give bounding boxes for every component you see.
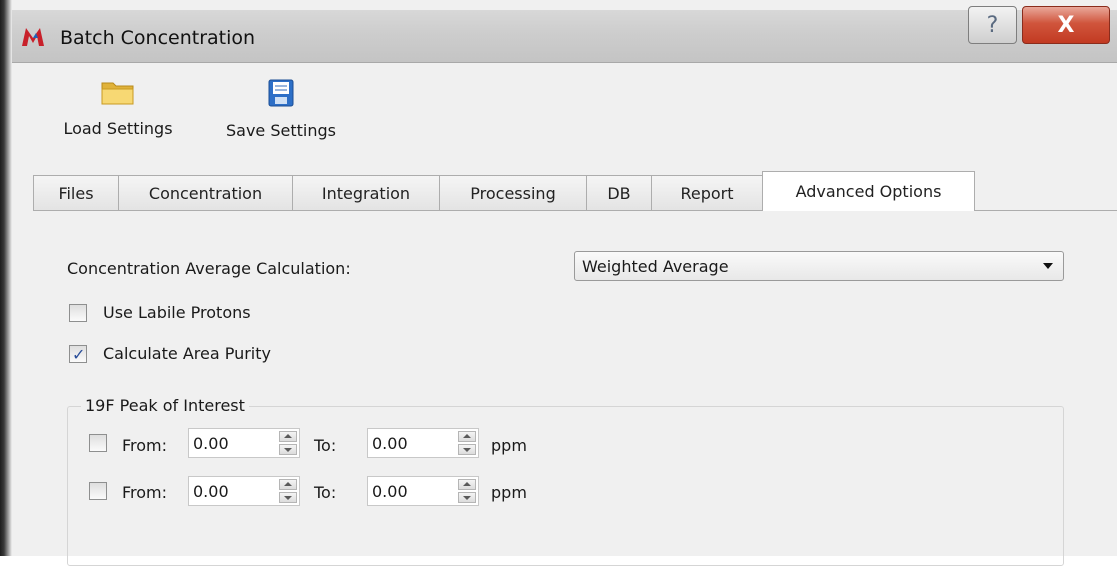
tab-strip: Files Concentration Integration Processi… — [33, 171, 975, 211]
load-settings-button[interactable]: Load Settings — [56, 79, 180, 138]
range-to-label: To: — [314, 436, 337, 455]
help-icon: ? — [986, 12, 999, 38]
tab-label: Concentration — [148, 184, 263, 203]
save-settings-button[interactable]: Save Settings — [214, 79, 348, 140]
stepper-down-icon[interactable] — [279, 492, 297, 503]
save-settings-label: Save Settings — [226, 121, 336, 140]
stepper-arrows — [458, 431, 476, 455]
tab-advanced-options[interactable]: Advanced Options — [762, 171, 975, 211]
stepper-down-icon[interactable] — [458, 444, 476, 455]
tab-label: Files — [58, 184, 94, 203]
range-from-value: 0.00 — [193, 434, 229, 453]
tab-processing[interactable]: Processing — [439, 175, 587, 211]
tab-label: DB — [607, 184, 631, 203]
load-settings-label: Load Settings — [63, 119, 173, 138]
stepper-up-icon[interactable] — [458, 479, 476, 490]
range-to-value: 0.00 — [372, 482, 408, 501]
app-logo-icon — [22, 28, 44, 46]
area-purity-checkbox[interactable]: ✓ — [69, 345, 87, 364]
stepper-arrows — [279, 479, 297, 503]
chevron-down-icon — [1043, 263, 1053, 269]
stepper-arrows — [279, 431, 297, 455]
tab-concentration[interactable]: Concentration — [118, 175, 293, 211]
stepper-up-icon[interactable] — [458, 431, 476, 442]
tab-label: Processing — [470, 184, 556, 203]
tab-report[interactable]: Report — [651, 175, 763, 211]
peak-group-title: 19F Peak of Interest — [81, 396, 249, 415]
avg-calc-value: Weighted Average — [582, 257, 729, 276]
range-2-from-stepper[interactable]: 0.00 — [188, 476, 300, 506]
folder-icon — [101, 82, 134, 105]
background-edge — [0, 0, 12, 556]
avg-calc-dropdown[interactable]: Weighted Average — [574, 251, 1064, 281]
range-to-label: To: — [314, 483, 337, 502]
checkmark-icon: ✓ — [72, 345, 86, 364]
range-2-checkbox[interactable] — [89, 482, 107, 500]
avg-calc-label: Concentration Average Calculation: — [67, 259, 351, 278]
toolbar: Load Settings Save Settings — [12, 63, 1117, 167]
close-icon: X — [1057, 12, 1075, 38]
range-1-checkbox[interactable] — [89, 434, 107, 452]
window-title: Batch Concentration — [60, 27, 256, 49]
stepper-up-icon[interactable] — [279, 479, 297, 490]
range-to-value: 0.00 — [372, 434, 408, 453]
batch-concentration-window: Batch Concentration ? X Load Settings Sa… — [0, 0, 1117, 566]
tab-integration[interactable]: Integration — [292, 175, 440, 211]
tab-label: Integration — [321, 184, 411, 203]
area-purity-label: Calculate Area Purity — [103, 344, 271, 363]
range-1-to-stepper[interactable]: 0.00 — [367, 428, 479, 458]
tab-files[interactable]: Files — [33, 175, 119, 211]
range-unit-label: ppm — [491, 436, 527, 455]
stepper-up-icon[interactable] — [279, 431, 297, 442]
stepper-down-icon[interactable] — [279, 444, 297, 455]
advanced-options-panel: Concentration Average Calculation: Weigh… — [33, 211, 1117, 566]
title-bar[interactable]: Batch Concentration ? X — [12, 6, 1117, 63]
stepper-arrows — [458, 479, 476, 503]
tab-label: Report — [680, 184, 734, 203]
save-icon — [268, 79, 294, 107]
labile-protons-checkbox[interactable] — [69, 304, 87, 322]
range-1-from-stepper[interactable]: 0.00 — [188, 428, 300, 458]
range-unit-label: ppm — [491, 483, 527, 502]
range-from-value: 0.00 — [193, 482, 229, 501]
range-from-label: From: — [122, 436, 168, 455]
labile-protons-label: Use Labile Protons — [103, 303, 251, 322]
tab-label: Advanced Options — [795, 182, 942, 201]
range-2-to-stepper[interactable]: 0.00 — [367, 476, 479, 506]
tab-db[interactable]: DB — [586, 175, 652, 211]
close-button[interactable]: X — [1022, 6, 1110, 44]
stepper-down-icon[interactable] — [458, 492, 476, 503]
range-from-label: From: — [122, 483, 168, 502]
help-button[interactable]: ? — [968, 6, 1017, 44]
